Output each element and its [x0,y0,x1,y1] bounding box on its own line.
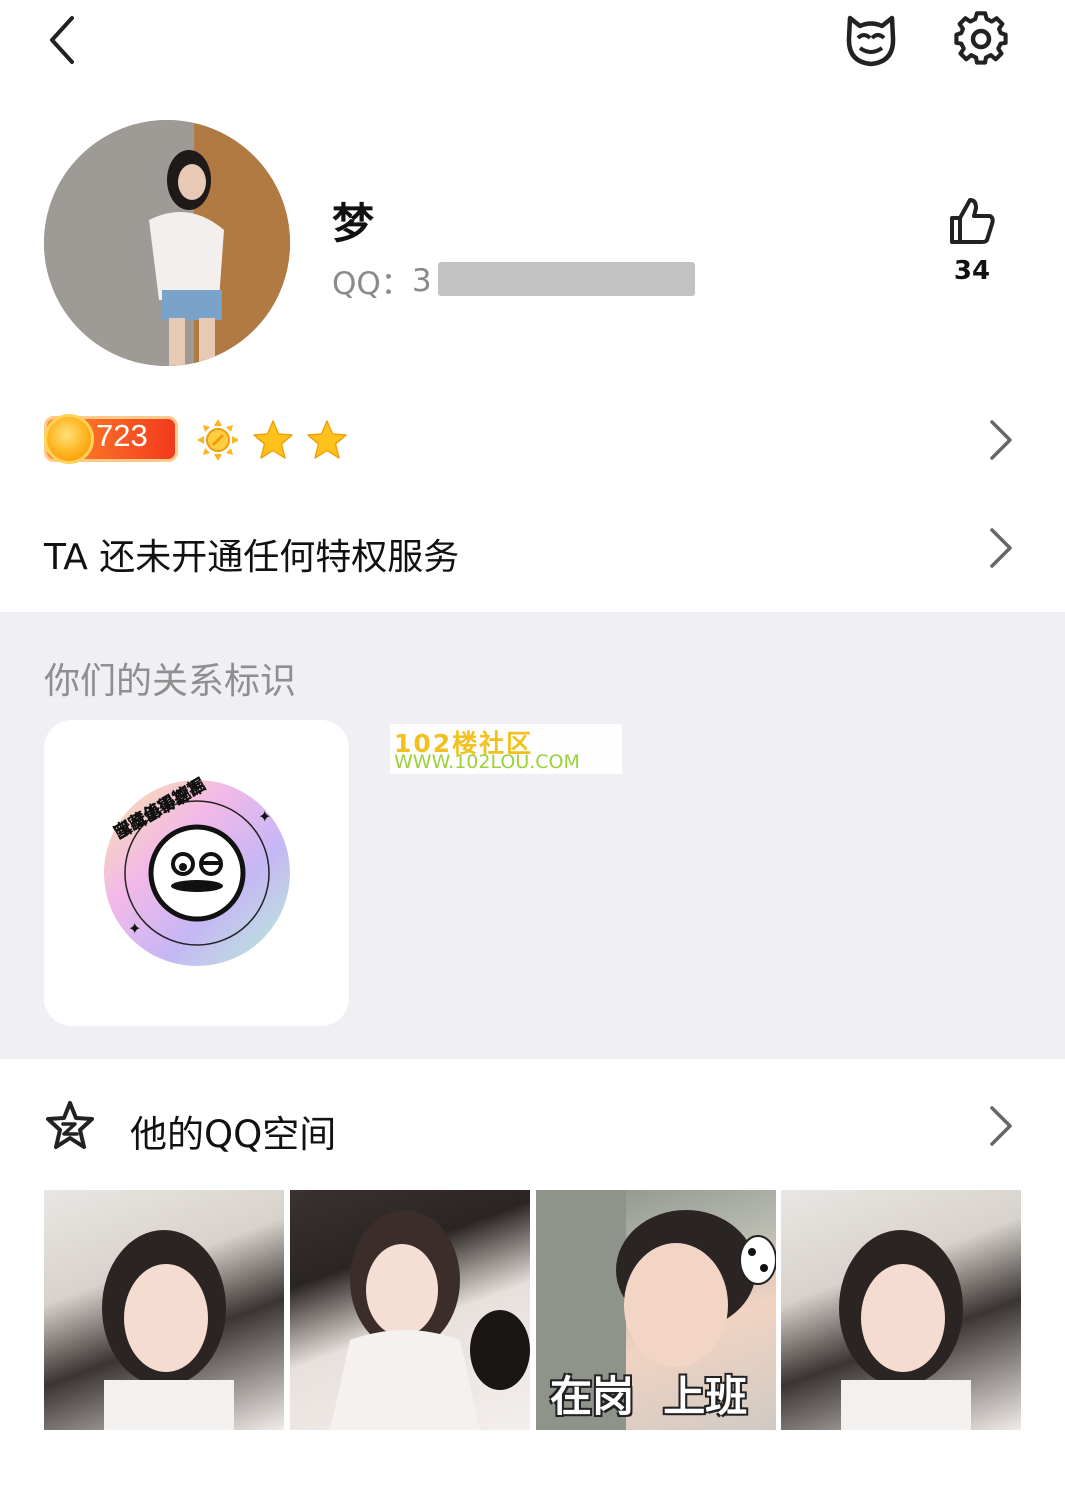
like-button[interactable] [946,196,998,246]
like-count: 34 [953,256,991,286]
sun-icon [197,419,239,461]
qq-number-mask [438,262,695,296]
level-value: 723 [96,418,148,453]
avatar[interactable] [44,120,290,366]
qzone-photo[interactable] [44,1190,284,1430]
coin-icon [44,414,94,464]
thumbs-up-icon [950,198,995,244]
chevron-right-icon [990,528,1012,568]
qq-prefix: 3 [411,262,432,299]
privilege-text: TA 还未开通任何特权服务 [44,537,460,578]
qzone-photo[interactable] [781,1190,1021,1430]
svg-text:✦: ✦ [128,919,141,938]
relation-badge-icon: 宝藏值得挖掘 宝藏值得挖掘 ✦ ✦ [104,774,290,966]
qzone-photo[interactable] [290,1190,530,1430]
pet-button[interactable] [838,8,904,70]
star-icon [307,420,347,459]
photo-caption: 在岗 上班 [550,1372,748,1421]
settings-button[interactable] [948,8,1014,70]
qzone-star-icon [46,1101,94,1149]
chevron-right-icon [990,1106,1012,1146]
gear-icon [954,11,1008,65]
chevron-left-icon [50,16,74,64]
nickname: 梦 [332,199,375,248]
watermark-line2: WWW.102LOU.COM [394,751,580,773]
qq-number: QQ： 3 [332,258,432,303]
qzone-photo[interactable]: 在岗 上班 [536,1190,776,1430]
photo-image [102,1230,234,1430]
qq-label: QQ： [332,266,412,302]
qzone-title: 他的QQ空间 [130,1113,337,1156]
back-button[interactable] [40,12,90,68]
chevron-right-icon [990,420,1012,460]
photo-image [330,1210,530,1430]
svg-text:✦: ✦ [258,807,271,826]
photo-image [839,1230,971,1430]
pet-face-icon [846,15,896,67]
relation-title: 你们的关系标识 [44,661,297,702]
avatar-image [44,120,290,366]
star-icon [253,420,293,459]
